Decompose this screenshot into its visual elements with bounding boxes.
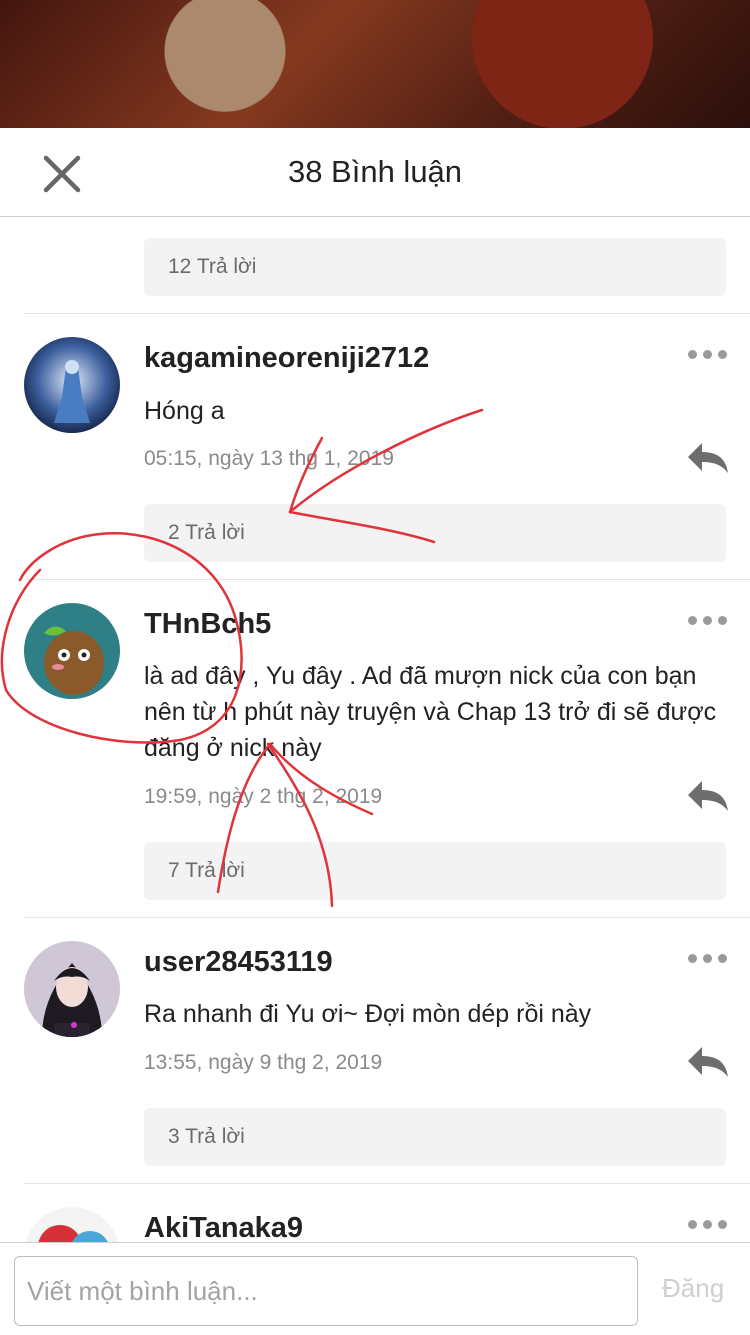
divider <box>24 917 750 918</box>
avatar[interactable] <box>24 1207 120 1242</box>
story-cover-backdrop <box>0 0 750 128</box>
comment-list[interactable]: 12 Trả lời kagamineoreniji2712 Hóng a 05… <box>0 217 750 1242</box>
post-button[interactable]: Đăng <box>662 1273 724 1304</box>
comment-username[interactable]: user28453119 <box>144 946 333 979</box>
divider <box>24 313 750 314</box>
reply-button[interactable] <box>686 441 730 475</box>
view-replies-button[interactable]: 7 Trả lời <box>144 842 726 900</box>
comment-timestamp: 19:59, ngày 2 thg 2, 2019 <box>144 785 383 808</box>
avatar[interactable] <box>24 941 120 1037</box>
view-replies-button[interactable]: 12 Trả lời <box>144 238 726 296</box>
comment-username[interactable]: AkiTanaka9 <box>144 1212 303 1242</box>
comment-input[interactable] <box>14 1256 638 1326</box>
reply-arrow-icon <box>688 781 728 811</box>
view-replies-button[interactable]: 3 Trả lời <box>144 1108 726 1166</box>
avatar-image <box>24 603 120 699</box>
avatar[interactable] <box>24 337 120 433</box>
comment-timestamp: 13:55, ngày 9 thg 2, 2019 <box>144 1051 383 1074</box>
comments-header: 38 Bình luận <box>0 128 750 217</box>
avatar-image <box>24 941 120 1037</box>
more-options-button[interactable] <box>688 610 728 630</box>
comment-composer: Đăng <box>0 1242 750 1335</box>
reply-button[interactable] <box>686 1045 730 1079</box>
divider <box>24 1183 750 1184</box>
avatar-image <box>24 1207 120 1242</box>
reply-arrow-icon <box>688 443 728 473</box>
comment-text: Ra nhanh đi Yu ơi~ Đợi mòn dép rồi này <box>144 1000 592 1028</box>
avatar[interactable] <box>24 603 120 699</box>
divider <box>24 579 750 580</box>
reply-arrow-icon <box>688 1047 728 1077</box>
more-options-button[interactable] <box>688 948 728 968</box>
comment-username[interactable]: kagamineoreniji2712 <box>144 342 429 375</box>
comments-title: 38 Bình luận <box>287 154 463 189</box>
more-options-button[interactable] <box>688 1214 728 1234</box>
comment-timestamp: 05:15, ngày 13 thg 1, 2019 <box>144 447 394 470</box>
view-replies-button[interactable]: 2 Trả lời <box>144 504 726 562</box>
avatar-image <box>24 337 120 433</box>
reply-button[interactable] <box>686 779 730 813</box>
comment-text: là ad đây , Yu đây . Ad đã mượn nick của… <box>144 662 717 762</box>
comment-username[interactable]: THnBch5 <box>144 608 271 641</box>
more-options-button[interactable] <box>688 344 728 364</box>
comment-text: Hóng a <box>144 397 225 425</box>
